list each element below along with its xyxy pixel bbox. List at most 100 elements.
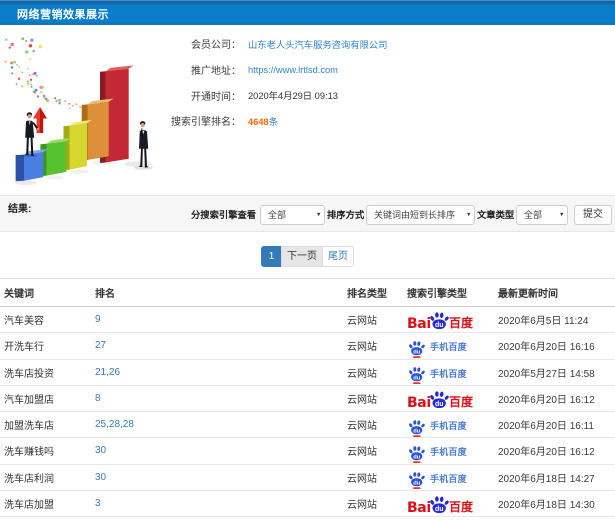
last-page-button[interactable]: 尾页 [322, 246, 354, 267]
article-type-select[interactable]: 全部 ▼ [516, 204, 568, 225]
mobile-baidu-logo: du 手机百度 [407, 442, 467, 463]
keyword-cell: 开洗车行 [0, 332, 91, 360]
company-row: 会员公司： 山东老人头汽车服务咨询有限公司 [0, 31, 600, 57]
mobile-baidu-paw-icon: du [409, 472, 425, 490]
member-info-panel: 会员公司： 山东老人头汽车服务咨询有限公司 推广地址： https://www.… [0, 31, 600, 133]
sort-label: 排序方式 [327, 210, 365, 220]
baidu-paw-icon: du [430, 391, 449, 408]
rank-cell: 25,28,28 [91, 411, 343, 439]
rank-cell: 3 [91, 490, 343, 518]
submit-button[interactable]: 提交 [574, 204, 612, 225]
site-url-link[interactable]: https://www.lrtlsd.com [248, 65, 338, 75]
dropdown-arrow-icon: ▼ [559, 211, 565, 218]
baidu-latin-text: Bai [407, 394, 431, 411]
rank-type-cell: 云网站 [343, 464, 403, 491]
rank-type-cell: 云网站 [343, 411, 403, 439]
rank-cell: 30 [91, 464, 343, 491]
sort-select[interactable]: 关键词由短到长排序 ▼ [366, 204, 475, 225]
svg-text:du: du [413, 349, 421, 355]
company-label: 会员公司： [191, 40, 241, 52]
updated-cell: 2020年6月18日 14:27 [494, 464, 615, 491]
sort-value: 关键词由短到长排序 [374, 210, 456, 220]
rank-count-suffix: 条 [268, 116, 278, 127]
mobile-baidu-text: 手机百度 [430, 473, 467, 484]
engine-cell: du 手机百度 [403, 464, 494, 491]
svg-text:du: du [435, 322, 444, 329]
app-header: 网络营销效果展示 [0, 0, 615, 25]
table-row: 汽车美容 9 云网站 Bai du 百度 2020年6月5日 11:24 [0, 306, 615, 334]
svg-text:du: du [413, 376, 421, 382]
svg-text:du: du [413, 454, 421, 460]
rank-count-row: 搜索引擎排名： 4648条 [0, 108, 600, 134]
keyword-cell: 加盟洗车店 [0, 411, 91, 439]
rank-cell: 30 [91, 437, 343, 465]
engine-cell: du 手机百度 [403, 332, 494, 360]
keyword-cell: 洗车赚钱吗 [0, 437, 91, 465]
mobile-baidu-text: 手机百度 [430, 447, 467, 458]
engine-filter-value: 全部 [268, 210, 287, 220]
open-time-row: 开通时间： 2020年4月29日 09:13 [0, 82, 600, 108]
updated-cell: 2020年5月27日 14:58 [494, 359, 615, 386]
engine-cell: Bai du 百度 [403, 490, 494, 518]
dropdown-arrow-icon: ▼ [466, 211, 472, 218]
rankings-table: 关键词 排名 排名类型 搜索引擎类型 最新更新时间 汽车美容 9 云网站 Bai du 百… [0, 278, 615, 518]
rank-count-label: 搜索引擎排名： [171, 117, 241, 129]
page-1-button[interactable]: 1 [261, 246, 282, 267]
engine-cell: du 手机百度 [403, 359, 494, 386]
article-type-label: 文章类型 [477, 210, 515, 220]
article-type-value: 全部 [524, 210, 543, 220]
col-header-engine-type: 搜索引擎类型 [403, 278, 494, 307]
rank-cell: 27 [91, 332, 343, 360]
rankings-tbody: 汽车美容 9 云网站 Bai du 百度 2020年6月5日 11:24 开洗车行 27 云网站 d… [0, 306, 615, 518]
rank-type-cell: 云网站 [343, 437, 403, 465]
rank-type-cell: 云网站 [343, 359, 403, 386]
svg-text:du: du [435, 506, 444, 513]
rankings-table-wrap: 关键词 排名 排名类型 搜索引擎类型 最新更新时间 汽车美容 9 云网站 Bai du 百… [0, 278, 615, 518]
col-header-rank-type: 排名类型 [343, 278, 403, 307]
baidu-paw-icon: du [430, 496, 449, 513]
company-value[interactable]: 山东老人头汽车服务咨询有限公司 [248, 37, 387, 51]
mobile-baidu-logo: du 手机百度 [407, 363, 467, 385]
result-label: 结果: [8, 204, 32, 215]
filter-bar: 结果: 分搜索引擎查看 全部 ▼ 排序方式 关键词由短到长排序 ▼ 文章类型 全… [0, 195, 615, 232]
rank-type-cell: 云网站 [343, 385, 403, 413]
baidu-logo: Bai du 百度 [407, 310, 474, 331]
rank-cell: 21,26 [91, 359, 343, 386]
svg-text:du: du [413, 428, 421, 434]
mobile-baidu-text: 手机百度 [430, 421, 467, 432]
updated-cell: 2020年6月20日 16:16 [494, 332, 615, 360]
engine-filter-label: 分搜索引擎查看 [191, 210, 257, 220]
table-header-row: 关键词 排名 排名类型 搜索引擎类型 最新更新时间 [0, 278, 615, 307]
engine-cell: du 手机百度 [403, 411, 494, 439]
updated-cell: 2020年6月5日 11:24 [494, 306, 615, 334]
baidu-logo: Bai du 百度 [407, 494, 474, 515]
table-row: 洗车赚钱吗 30 云网站 du 手机百度 2020年6月20日 16:12 [0, 437, 615, 465]
engine-filter-select[interactable]: 全部 ▼ [260, 204, 325, 225]
baidu-logo: Bai du 百度 [407, 389, 474, 411]
table-row: 洗车店投资 21,26 云网站 du 手机百度 2020年5月27日 14:58 [0, 359, 615, 386]
baidu-cn-text: 百度 [449, 394, 474, 409]
mobile-baidu-paw-icon: du [409, 367, 425, 385]
next-page-button[interactable]: 下一页 [281, 246, 323, 267]
rank-cell: 8 [91, 385, 343, 413]
col-header-rank: 排名 [91, 278, 343, 307]
updated-cell: 2020年6月20日 16:12 [494, 437, 615, 465]
page-title: 网络营销效果展示 [17, 9, 109, 21]
keyword-cell: 洗车店利润 [0, 464, 91, 491]
open-time-value: 2020年4月29日 09:13 [248, 91, 338, 102]
table-row: 开洗车行 27 云网站 du 手机百度 2020年6月20日 16:16 [0, 332, 615, 360]
col-header-updated: 最新更新时间 [494, 278, 615, 307]
site-label: 推广地址： [191, 66, 241, 78]
rank-count-value: 4648 [248, 116, 269, 127]
rank-type-cell: 云网站 [343, 306, 403, 334]
rank-type-cell: 云网站 [343, 490, 403, 518]
keyword-cell: 洗车店加盟 [0, 490, 91, 518]
table-row: 汽车加盟店 8 云网站 Bai du 百度 2020年6月20日 16:12 [0, 385, 615, 413]
keyword-cell: 汽车美容 [0, 306, 91, 334]
mobile-baidu-paw-icon: du [409, 446, 425, 463]
engine-cell: Bai du 百度 [403, 306, 494, 334]
col-header-keyword: 关键词 [0, 278, 91, 307]
engine-cell: du 手机百度 [403, 437, 494, 465]
updated-cell: 2020年6月20日 16:12 [494, 385, 615, 413]
baidu-cn-text: 百度 [449, 316, 474, 331]
